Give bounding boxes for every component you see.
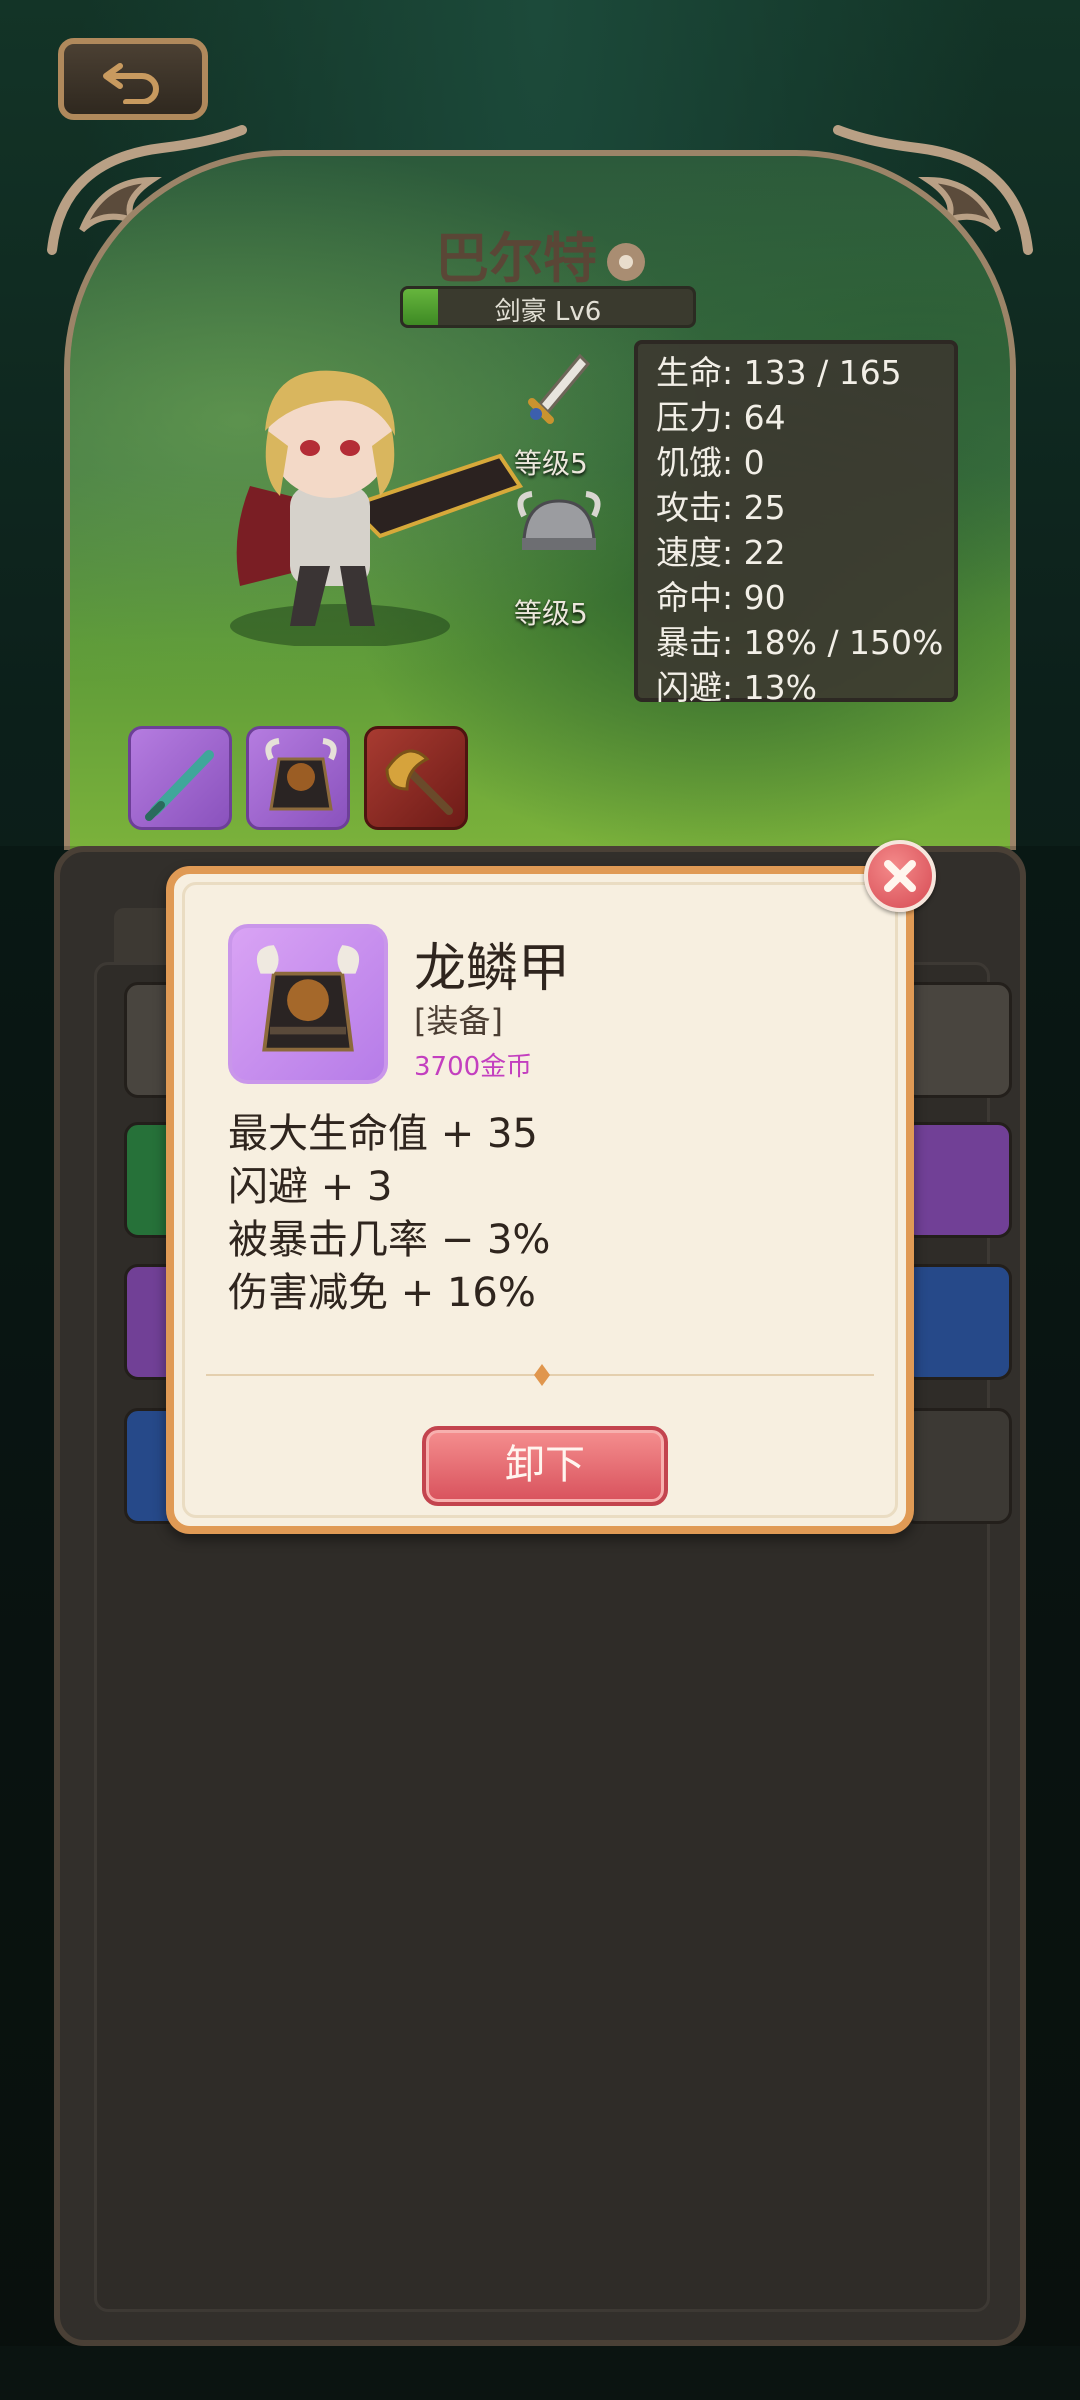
sword-icon — [145, 750, 214, 821]
stat-hp: 生命: 133 / 165 — [656, 353, 902, 392]
hero-name-row: 巴尔特 — [70, 214, 1010, 293]
item-icon-frame — [228, 924, 388, 1084]
equip-slot-armor[interactable] — [246, 726, 350, 830]
weapon-icon[interactable] — [520, 344, 600, 424]
item-effect: 最大生命值 + 35 — [228, 1111, 538, 1157]
class-level-label: 剑豪 Lv6 — [494, 297, 602, 327]
stat-crit: 暴击: 18% / 150% — [656, 623, 944, 662]
weapon-level-label: 等级5 — [514, 447, 588, 480]
armor-icon — [256, 945, 360, 1052]
equip-slot-weapon[interactable] — [128, 726, 232, 830]
close-icon — [884, 860, 916, 892]
stat-evasion: 闪避: 13% — [656, 668, 817, 707]
item-effects-list: 最大生命值 + 35 闪避 + 3 被暴击几率 − 3% 伤害减免 + 16% — [228, 1108, 550, 1320]
back-button[interactable] — [58, 38, 208, 120]
stat-hunger: 饥饿: 0 — [656, 443, 765, 482]
stat-accuracy: 命中: 90 — [656, 578, 786, 617]
unequip-button[interactable]: 卸下 — [422, 1426, 668, 1506]
helmet-level-label: 等级5 — [514, 597, 588, 630]
item-type: [装备] — [414, 1002, 503, 1040]
hero-name: 巴尔特 — [435, 227, 597, 290]
item-name: 龙鳞甲 — [414, 939, 571, 999]
equip-slot-accessory[interactable] — [364, 726, 468, 830]
stat-attack: 攻击: 25 — [656, 488, 786, 527]
item-effect: 闪避 + 3 — [228, 1164, 393, 1210]
hero-stats-panel: 生命: 133 / 165 压力: 64 饥饿: 0 攻击: 25 速度: 22… — [634, 340, 958, 707]
item-price: 3700金币 — [414, 1052, 533, 1082]
close-button[interactable] — [864, 840, 936, 912]
hero-character-sprite — [230, 370, 524, 646]
axe-icon — [385, 749, 453, 815]
hero-portrait-frame: 巴尔特 剑豪 Lv6 等级5 等级5 生命: 133 / 165 压力: 64 — [64, 150, 1016, 850]
item-effect: 被暴击几率 − 3% — [228, 1217, 551, 1263]
item-detail-popup: 龙鳞甲 [装备] 3700金币 最大生命值 + 35 闪避 + 3 被暴击几率 … — [166, 866, 914, 1534]
item-effect: 伤害减免 + 16% — [228, 1270, 536, 1316]
class-level-bar: 剑豪 Lv6 — [400, 286, 696, 328]
stat-speed: 速度: 22 — [656, 533, 786, 572]
helmet-icon[interactable] — [514, 486, 604, 566]
stat-stress: 压力: 64 — [656, 398, 786, 437]
back-arrow-icon — [103, 63, 159, 104]
divider-diamond-icon — [534, 1364, 550, 1386]
gear-icon[interactable] — [607, 243, 645, 282]
armor-icon — [265, 738, 337, 811]
bottom-bar — [0, 2346, 1080, 2400]
